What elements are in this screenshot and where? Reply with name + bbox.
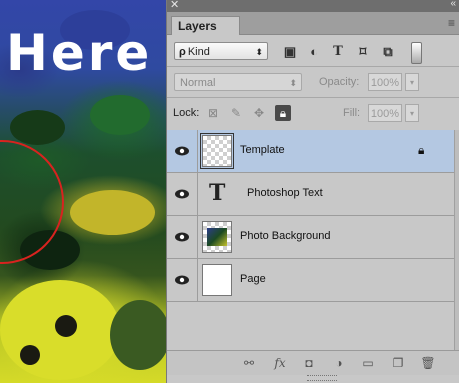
lock-label: Lock: (173, 107, 200, 119)
new-layer-icon[interactable]: ❐ (389, 355, 407, 371)
select-arrows-icon: ⬍ (255, 47, 263, 57)
document-canvas[interactable]: Here (0, 0, 168, 383)
filter-toggle-switch[interactable] (411, 42, 422, 64)
panel-top-strip: ✕ « (167, 0, 459, 12)
canvas-texture (90, 95, 150, 135)
add-mask-icon[interactable]: ◘ (300, 355, 318, 371)
adjustment-filter-icon[interactable]: ◐ (306, 44, 322, 60)
type-layer-icon: T (209, 180, 226, 206)
panel-tab-bar: Layers ≡ (167, 12, 459, 35)
canvas-texture (55, 315, 77, 337)
fill-field[interactable]: 100% (368, 104, 402, 122)
canvas-texture (110, 300, 168, 370)
layers-scrollbar[interactable] (454, 130, 459, 350)
eye-icon (175, 146, 189, 156)
smart-object-filter-icon[interactable]: ⧉ (380, 44, 396, 60)
filter-kind-select[interactable]: ρ Kind ⬍ (174, 42, 268, 60)
tab-layers[interactable]: Layers (171, 16, 240, 35)
layer-row-template[interactable]: Template 🔒︎ (167, 130, 454, 173)
link-layers-icon[interactable]: ⚯ (240, 355, 258, 371)
lock-position-icon[interactable]: ✥ (251, 105, 267, 121)
divider (167, 66, 459, 67)
layers-panel: ✕ « Layers ≡ ρ Kind ⬍ ▣ ◐ T ⌑ ⧉ Normal ⬍ … (166, 0, 459, 383)
eye-icon (175, 189, 189, 199)
fill-label: Fill: (343, 107, 361, 119)
divider (167, 97, 459, 98)
lock-row: Lock: ⊠ ✎ ✥ 🔒︎ Fill: 100% ▾ (167, 102, 459, 124)
panel-menu-icon[interactable]: ≡ (448, 16, 455, 30)
canvas-overlay-text: Here (6, 24, 153, 82)
visibility-toggle[interactable] (167, 259, 198, 301)
resize-grip[interactable] (307, 375, 337, 381)
layer-thumbnail (202, 264, 232, 296)
collapse-arrows-icon[interactable]: « (450, 0, 456, 9)
layer-name: Photoshop Text (247, 187, 323, 199)
canvas-texture (70, 190, 155, 235)
search-icon: ρ (179, 46, 186, 58)
layer-name: Page (240, 273, 266, 285)
lock-icon: 🔒︎ (418, 143, 425, 157)
visibility-toggle[interactable] (167, 216, 198, 258)
filter-kind-value: Kind (187, 46, 210, 58)
layer-name: Template (240, 144, 285, 156)
opacity-field[interactable]: 100% (368, 73, 402, 91)
pixel-filter-icon[interactable]: ▣ (282, 44, 298, 60)
close-icon[interactable]: ✕ (170, 0, 179, 11)
opacity-dropdown-icon[interactable]: ▾ (405, 73, 419, 91)
visibility-toggle[interactable] (167, 130, 198, 172)
trash-icon[interactable]: 🗑︎ (419, 355, 437, 371)
new-group-icon[interactable]: ▭ (359, 355, 377, 371)
fill-dropdown-icon[interactable]: ▾ (405, 104, 419, 122)
adjustment-layer-icon[interactable]: ◑ (330, 355, 348, 371)
layers-list: Template 🔒︎ T Photoshop Text Photo Backg… (167, 130, 459, 350)
lock-transparent-pixels-icon[interactable]: ⊠ (205, 105, 221, 121)
eye-icon (175, 232, 189, 242)
blend-mode-select[interactable]: Normal ⬍ (174, 73, 302, 91)
lock-all-icon[interactable]: 🔒︎ (275, 105, 291, 121)
fx-icon[interactable]: fx (271, 355, 289, 371)
layer-thumbnail (202, 221, 232, 253)
layers-bottom-toolbar: ⚯ fx ◘ ◑ ▭ ❐ 🗑︎ (167, 350, 459, 375)
visibility-toggle[interactable] (167, 173, 198, 215)
layer-thumbnail (200, 133, 234, 169)
blend-row: Normal ⬍ Opacity: 100% ▾ (167, 71, 459, 93)
layer-row-page[interactable]: Page (167, 259, 454, 302)
layer-row-photoshop-text[interactable]: T Photoshop Text (167, 173, 454, 216)
opacity-label: Opacity: (319, 76, 360, 88)
layer-name: Photo Background (240, 230, 331, 242)
eye-icon (175, 275, 189, 285)
blend-mode-value: Normal (180, 77, 216, 89)
canvas-texture (20, 345, 40, 365)
layer-filter-row: ρ Kind ⬍ ▣ ◐ T ⌑ ⧉ (167, 40, 459, 64)
canvas-texture (10, 110, 65, 145)
type-filter-icon[interactable]: T (330, 44, 346, 60)
select-arrows-icon: ⬍ (289, 78, 297, 88)
shape-filter-icon[interactable]: ⌑ (355, 44, 371, 60)
lock-image-pixels-icon[interactable]: ✎ (228, 105, 244, 121)
layer-row-photo-background[interactable]: Photo Background (167, 216, 454, 259)
